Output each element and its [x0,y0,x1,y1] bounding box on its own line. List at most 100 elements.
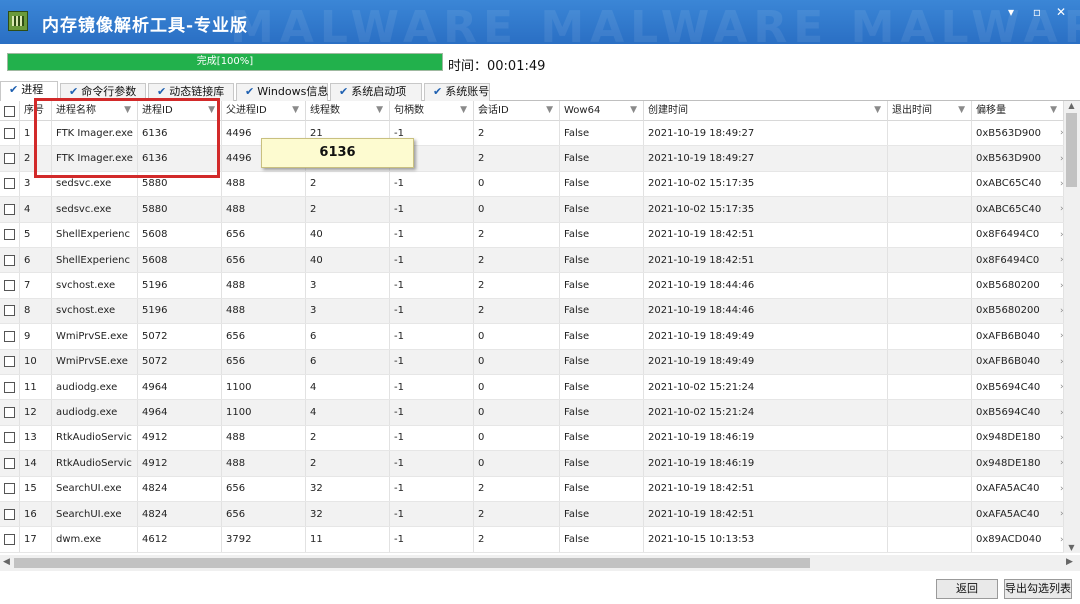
row-checkbox[interactable] [4,457,15,469]
table-row[interactable]: 5 ShellExperienc 5608 656 40 -1 2 False 2021-10-… [0,222,1064,248]
cell-name: WmiPrvSE.exe [52,349,138,374]
row-checkbox[interactable] [4,305,15,317]
cell-handles: -1 [390,171,474,197]
dropdown-icon[interactable]: ▾ [1002,4,1020,20]
cell-handles: -1 [390,476,474,501]
column-header-create-time[interactable]: 创建时间 ▼ [644,101,888,121]
row-checkbox[interactable] [4,153,15,165]
horizontal-scrollbar[interactable]: ◀ ▶ [0,555,1080,571]
table-row[interactable]: 16 SearchUI.exe 4824 656 32 -1 2 False 2021-10-1… [0,502,1064,528]
column-header-exit-time[interactable]: 退出时间 ▼ [888,101,972,121]
table-row[interactable]: 11 audiodg.exe 4964 1100 4 -1 0 False 2021-10-02… [0,375,1064,401]
cell-exit-time [888,476,972,501]
cell-wow64: False [560,400,644,425]
row-checkbox[interactable] [4,356,15,368]
scroll-down-icon[interactable]: ▼ [1066,543,1077,553]
filter-icon[interactable]: ▼ [874,101,881,120]
vertical-scroll-thumb[interactable] [1066,113,1077,187]
column-header-session[interactable]: 会话ID ▼ [474,101,560,121]
cell-create-time: 2021-10-19 18:42:51 [644,476,888,501]
cell-create-time: 2021-10-02 15:21:24 [644,375,888,400]
cell-offset: 0x8F6494C0 [972,248,1064,273]
row-checkbox[interactable] [4,432,15,444]
row-checkbox[interactable] [4,178,15,190]
row-checkbox[interactable] [4,330,15,342]
cell-session: 0 [474,400,560,425]
filter-icon[interactable]: ▼ [958,101,965,120]
row-checkbox[interactable] [4,280,15,292]
cell-offset: 0xB5680200 [972,298,1064,324]
cell-session: 0 [474,375,560,400]
cell-ppid: 488 [222,298,306,324]
scroll-up-icon[interactable]: ▲ [1066,101,1077,111]
table-row[interactable]: 8 svchost.exe 5196 488 3 -1 2 False 2021-10-19 1… [0,298,1064,325]
table-row[interactable]: 12 audiodg.exe 4964 1100 4 -1 0 False 2021-10-02… [0,400,1064,426]
cell-offset: 0xB5694C40 [972,400,1064,425]
column-header-threads[interactable]: 线程数 ▼ [306,101,390,121]
row-checkbox[interactable] [4,127,15,139]
cell-create-time: 2021-10-19 18:49:49 [644,324,888,349]
column-header-label: 线程数 [310,105,340,116]
row-checkbox[interactable] [4,508,15,520]
row-checkbox[interactable] [4,534,15,546]
row-checkbox[interactable] [4,229,15,241]
cell-wow64: False [560,197,644,222]
close-icon[interactable]: ✕ [1052,4,1070,20]
row-checkbox[interactable] [4,407,15,419]
table-row[interactable]: 13 RtkAudioServic 4912 488 2 -1 0 False 2021-10-… [0,425,1064,452]
vertical-scrollbar[interactable]: ▲ ▼ [1064,101,1080,553]
filter-icon[interactable]: ▼ [630,101,637,120]
table-row[interactable]: 6 ShellExperienc 5608 656 40 -1 2 False 2021-10-… [0,248,1064,274]
column-header-wow64[interactable]: Wow64 ▼ [560,101,644,121]
scroll-left-icon[interactable]: ◀ [3,557,13,567]
table-row[interactable]: 7 svchost.exe 5196 488 3 -1 2 False 2021-10-19 1… [0,273,1064,299]
cell-threads: 11 [306,527,390,552]
table-row[interactable]: 4 sedsvc.exe 5880 488 2 -1 0 False 2021-10-02 15… [0,197,1064,223]
back-button[interactable]: 返回 [936,579,998,599]
export-selected-button[interactable]: 导出勾选列表 [1004,579,1072,599]
column-header-ppid[interactable]: 父进程ID ▼ [222,101,306,121]
cell-wow64: False [560,349,644,374]
cell-wow64: False [560,527,644,552]
table-row[interactable]: 10 WmiPrvSE.exe 5072 656 6 -1 0 False 2021-10-19… [0,349,1064,375]
table-row[interactable]: 15 SearchUI.exe 4824 656 32 -1 2 False 2021-10-1… [0,476,1064,502]
select-all-checkbox[interactable] [4,105,15,117]
tab-startup[interactable]: ✔ 系统启动项 [330,83,422,101]
filter-icon[interactable]: ▼ [460,101,467,120]
filter-icon[interactable]: ▼ [546,101,553,120]
chevron-right-icon: › [1056,298,1064,324]
cell-pid: 4964 [138,375,222,400]
cell-wow64: False [560,146,644,171]
row-checkbox[interactable] [4,254,15,266]
cell-pid: 5608 [138,248,222,273]
cell-ppid: 656 [222,248,306,273]
cell-offset: 0xABC65C40 [972,171,1064,197]
progress-text: 完成[100%] [196,56,254,67]
window-title: 内存镜像解析工具-专业版 [42,16,249,36]
filter-icon[interactable]: ▼ [292,101,299,120]
row-select-cell [0,425,20,451]
cell-ppid: 488 [222,171,306,197]
table-row[interactable]: 17 dwm.exe 4612 3792 11 -1 2 False 2021-10-15 10… [0,527,1064,553]
tab-accounts[interactable]: ✔ 系统账号 [424,83,490,101]
scroll-right-icon[interactable]: ▶ [1066,557,1076,567]
select-all-header[interactable] [0,101,20,121]
minimize-icon[interactable]: ▫ [1028,4,1046,20]
cell-exit-time [888,349,972,374]
table-row[interactable]: 14 RtkAudioServic 4912 488 2 -1 0 False 2021-10-… [0,451,1064,477]
row-checkbox[interactable] [4,203,15,215]
cell-exit-time [888,400,972,425]
filter-icon[interactable]: ▼ [376,101,383,120]
row-checkbox[interactable] [4,381,15,393]
horizontal-scroll-thumb[interactable] [14,558,810,568]
chevron-right-icon: › [1056,324,1064,349]
table-row[interactable]: 9 WmiPrvSE.exe 5072 656 6 -1 0 False 2021-10-19 … [0,324,1064,350]
chevron-right-icon: › [1056,425,1064,451]
tab-windows-info[interactable]: ✔ Windows信息 [236,83,328,101]
column-header-handles[interactable]: 句柄数 ▼ [390,101,474,121]
row-checkbox[interactable] [4,483,15,495]
cell-session: 0 [474,349,560,374]
highlight-box [34,98,220,178]
row-select-cell [0,146,20,171]
column-header-offset[interactable]: 偏移量 ▼ [972,101,1064,121]
